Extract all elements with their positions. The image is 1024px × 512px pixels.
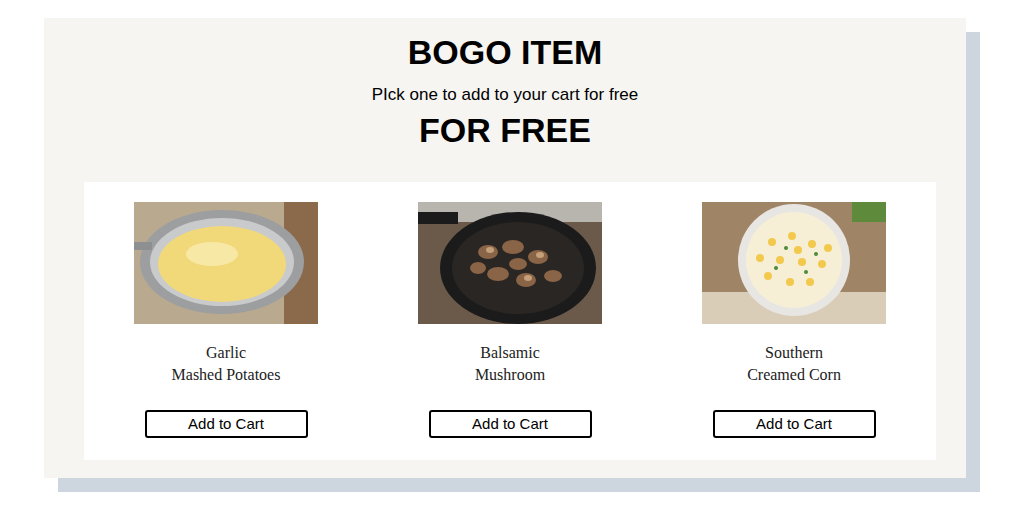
bogo-item: BalsamicMushroom Add to Cart <box>368 182 652 460</box>
item-name-line: Mushroom <box>475 364 545 386</box>
item-name-line: Southern <box>765 342 823 364</box>
add-to-cart-button[interactable]: Add to Cart <box>713 410 876 438</box>
add-to-cart-button[interactable]: Add to Cart <box>145 410 308 438</box>
bogo-card: BOGO ITEM PIck one to add to your cart f… <box>44 18 966 478</box>
item-name-line: Creamed Corn <box>747 364 841 386</box>
mushroom-photo <box>418 202 602 324</box>
card-title: BOGO ITEM <box>408 32 603 72</box>
item-name-line: Mashed Potatoes <box>172 364 281 386</box>
item-name-line: Balsamic <box>480 342 540 364</box>
card-emphasis: FOR FREE <box>419 110 591 150</box>
item-panel: GarlicMashed PotatoesAdd to CartBalsamic… <box>84 182 936 460</box>
item-name-line: Garlic <box>206 342 246 364</box>
corn-photo <box>702 202 886 324</box>
item-name: GarlicMashed Potatoes <box>172 342 281 386</box>
bogo-item: SouthernCreamed Corn Add to Cart <box>652 182 936 460</box>
card-subtitle: PIck one to add to your cart for free <box>372 84 638 106</box>
add-to-cart-button[interactable]: Add to Cart <box>429 410 592 438</box>
bogo-item: GarlicMashed Potatoes Add to Cart <box>84 182 368 460</box>
item-name: BalsamicMushroom <box>475 342 545 386</box>
item-name: SouthernCreamed Corn <box>747 342 841 386</box>
potatoes-photo <box>134 202 318 324</box>
